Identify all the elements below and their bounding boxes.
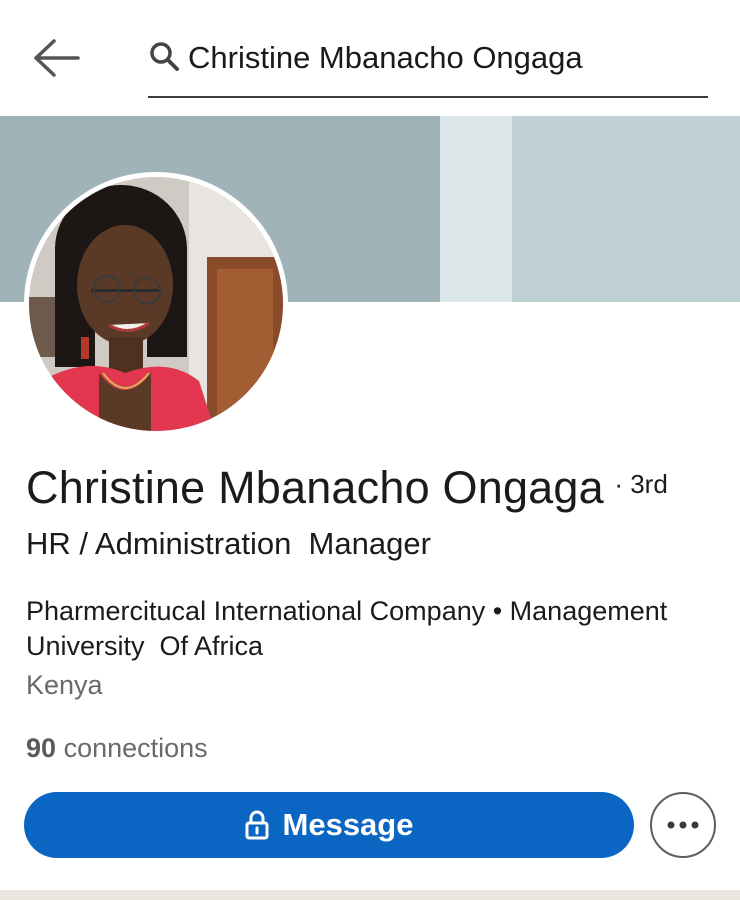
- more-button[interactable]: [650, 792, 716, 858]
- connections-count[interactable]: 90 connections: [26, 733, 208, 764]
- profile-name: Christine Mbanacho Ongaga: [26, 462, 604, 513]
- message-button[interactable]: Message: [24, 792, 634, 858]
- profile-headline: HR / Administration Manager: [26, 526, 431, 561]
- message-button-label: Message: [282, 807, 414, 842]
- connections-label: connections: [63, 733, 208, 763]
- profile-location: Kenya: [26, 670, 103, 700]
- more-horizontal-icon: [667, 821, 699, 829]
- back-arrow-icon: [34, 39, 80, 77]
- lock-icon: [245, 810, 269, 840]
- company-school: Pharmercitucal International Company • M…: [26, 596, 675, 661]
- back-button[interactable]: [28, 34, 84, 82]
- connections-number: 90: [26, 733, 57, 763]
- profile-photo: [29, 177, 283, 431]
- connection-degree: · 3rd: [614, 469, 668, 499]
- search-icon: [150, 42, 179, 71]
- top-search-bar: [0, 0, 740, 112]
- avatar[interactable]: [24, 172, 288, 436]
- search-field[interactable]: [148, 30, 708, 98]
- search-input[interactable]: [188, 38, 698, 78]
- section-divider: [0, 890, 740, 900]
- name-row: Christine Mbanacho Ongaga · 3rd: [26, 462, 726, 514]
